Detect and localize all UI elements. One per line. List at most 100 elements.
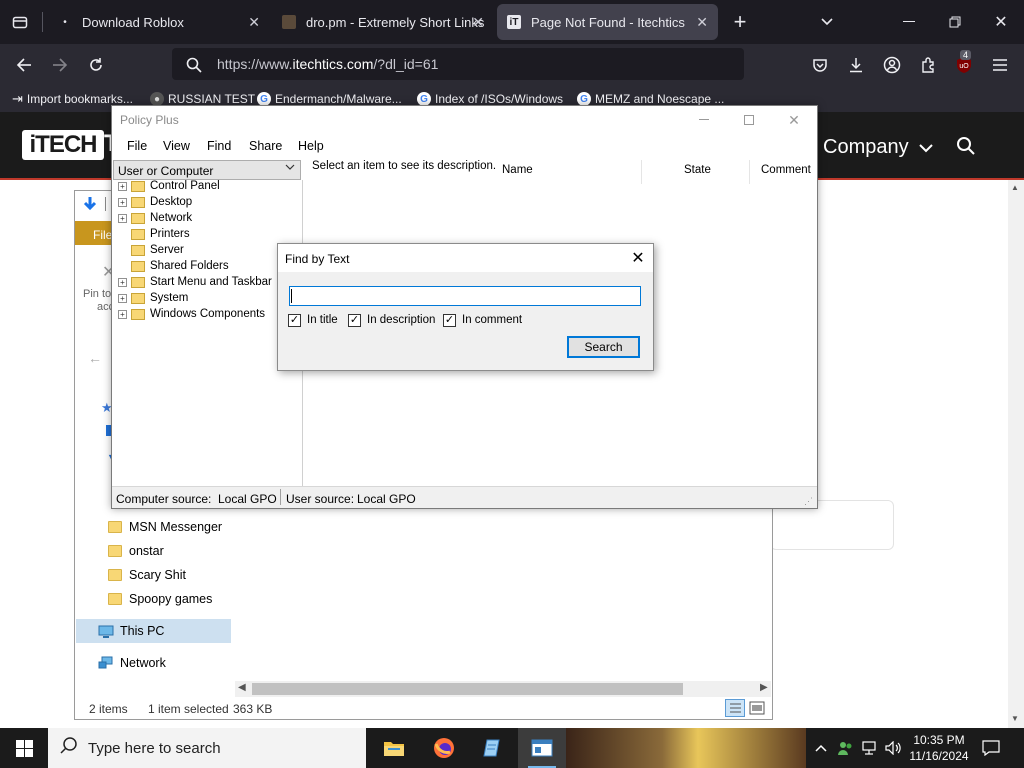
url-text[interactable]: https://www.itechtics.com/?dl_id=61: [217, 56, 438, 72]
tree-node-system[interactable]: + System: [118, 290, 188, 306]
large-icons-view-icon[interactable]: [749, 701, 765, 718]
taskbar-clock[interactable]: 10:35 PM 11/16/2024: [906, 732, 972, 764]
find-close-icon[interactable]: ✕: [626, 247, 650, 269]
scope-dropdown[interactable]: User or Computer: [113, 160, 301, 180]
find-text-input[interactable]: [289, 286, 641, 306]
explorer-back-icon[interactable]: ←: [88, 350, 102, 366]
downloads-icon[interactable]: [838, 44, 874, 86]
computer-source-value[interactable]: Local GPO: [218, 492, 277, 506]
tab-close-icon[interactable]: ✕: [696, 14, 708, 31]
hamburger-menu-icon[interactable]: [982, 44, 1018, 86]
resize-grip-icon[interactable]: ⋰: [804, 496, 813, 507]
folder-label: Scary Shit: [129, 568, 186, 582]
forward-arrow-icon[interactable]: [42, 44, 78, 86]
folder-item[interactable]: Scary Shit: [108, 564, 186, 586]
notepad-taskbar-icon[interactable]: [468, 728, 516, 768]
page-scrollbar[interactable]: [1008, 180, 1024, 728]
expand-plus-icon[interactable]: +: [118, 293, 127, 303]
expand-plus-icon[interactable]: +: [118, 181, 127, 191]
tree-node-windows-components[interactable]: + Windows Components: [118, 306, 265, 322]
search-button[interactable]: Search: [567, 336, 640, 358]
policy-plus-taskbar-icon[interactable]: [518, 728, 566, 768]
close-window-icon[interactable]: ✕: [978, 0, 1024, 44]
in-comment-checkbox[interactable]: ✓ In comment: [443, 313, 522, 327]
scroll-up-icon[interactable]: ▲: [1011, 183, 1019, 192]
expand-plus-icon[interactable]: +: [118, 309, 127, 319]
scroll-down-icon[interactable]: ▼: [1011, 714, 1019, 723]
column-header-state[interactable]: State: [684, 164, 711, 176]
tree-node-shared-folders[interactable]: Shared Folders: [118, 258, 229, 274]
tree-node-start-menu[interactable]: + Start Menu and Taskbar: [118, 274, 272, 290]
column-header-name[interactable]: Name: [502, 164, 533, 176]
details-view-icon[interactable]: [725, 699, 745, 717]
tab-download-roblox[interactable]: • Download Roblox ✕: [48, 4, 270, 40]
menu-view[interactable]: View: [163, 139, 190, 153]
expand-plus-icon[interactable]: +: [118, 213, 127, 223]
pp-close-icon[interactable]: ✕: [771, 106, 817, 134]
tree-node-label: Start Menu and Taskbar: [150, 276, 272, 288]
site-search-icon[interactable]: [956, 136, 976, 159]
folder-item[interactable]: MSN Messenger: [108, 516, 222, 538]
tree-node-label: Windows Components: [150, 308, 266, 320]
folder-item[interactable]: onstar: [108, 540, 164, 562]
network-item[interactable]: Network: [98, 652, 166, 674]
people-icon[interactable]: [837, 728, 855, 768]
new-tab-icon[interactable]: +: [718, 0, 762, 44]
checkbox-checked-icon[interactable]: ✓: [288, 313, 301, 327]
account-icon[interactable]: [874, 44, 910, 86]
folder-label: MSN Messenger: [129, 520, 223, 534]
tray-overflow-icon[interactable]: [814, 728, 828, 768]
checkbox-checked-icon[interactable]: ✓: [443, 313, 456, 327]
notifications-icon[interactable]: [982, 728, 1000, 768]
user-source-value[interactable]: Local GPO: [357, 492, 416, 506]
google-icon: G: [577, 92, 591, 106]
tree-node-desktop[interactable]: + Desktop: [118, 194, 192, 210]
taskbar-search-box[interactable]: Type here to search: [48, 728, 366, 768]
column-header-comment[interactable]: Comment: [761, 164, 811, 176]
menu-find[interactable]: Find: [207, 139, 231, 153]
menu-share[interactable]: Share: [249, 139, 282, 153]
tree-node-network[interactable]: + Network: [118, 210, 192, 226]
explorer-file-tab[interactable]: File: [75, 221, 115, 245]
network-tray-icon[interactable]: [862, 728, 880, 768]
menu-file[interactable]: File: [127, 139, 147, 153]
tree-node-server[interactable]: Server: [118, 242, 184, 258]
back-arrow-icon[interactable]: [6, 44, 42, 86]
scroll-thumb[interactable]: [252, 683, 683, 695]
tab-close-icon[interactable]: ✕: [248, 14, 260, 31]
in-description-checkbox[interactable]: ✓ In description: [348, 313, 435, 327]
tab-itechtics[interactable]: iT Page Not Found - Itechtics ✕: [497, 4, 718, 40]
restore-icon[interactable]: [932, 0, 978, 44]
in-title-checkbox[interactable]: ✓ In title: [288, 313, 338, 327]
list-tabs-chevron-icon[interactable]: [804, 0, 850, 44]
scroll-left-icon[interactable]: ◀: [238, 682, 246, 693]
tab-dro-pm[interactable]: dro.pm - Extremely Short Links ✕: [272, 4, 494, 40]
site-logo[interactable]: iTECH: [22, 130, 104, 160]
pocket-icon[interactable]: [802, 44, 838, 86]
expand-plus-icon[interactable]: +: [118, 277, 127, 287]
file-explorer-taskbar-icon[interactable]: [370, 728, 418, 768]
tab-close-icon[interactable]: ✕: [472, 14, 484, 31]
extensions-icon[interactable]: [910, 44, 946, 86]
column-separator[interactable]: [749, 160, 750, 184]
checkbox-checked-icon[interactable]: ✓: [348, 313, 361, 327]
folder-item[interactable]: Spoopy games: [108, 588, 212, 610]
reload-icon[interactable]: [78, 44, 114, 86]
minimize-icon[interactable]: [886, 0, 932, 44]
search-icon: [60, 737, 78, 760]
windows-start-icon[interactable]: [0, 728, 48, 768]
expand-plus-icon[interactable]: +: [118, 197, 127, 207]
volume-icon[interactable]: [885, 728, 903, 768]
tree-node-control-panel[interactable]: + Control Panel: [118, 178, 220, 194]
tree-node-printers[interactable]: Printers: [118, 226, 190, 242]
folder-icon: [131, 196, 145, 208]
pp-minimize-icon[interactable]: [681, 106, 727, 134]
nav-company-menu[interactable]: Company: [823, 136, 933, 159]
pp-maximize-icon[interactable]: [726, 106, 772, 134]
scroll-right-icon[interactable]: ▶: [760, 682, 768, 693]
this-pc-item[interactable]: This PC: [98, 620, 164, 642]
firefox-taskbar-icon[interactable]: [420, 728, 468, 768]
tab-overview-icon[interactable]: [0, 0, 40, 44]
menu-help[interactable]: Help: [298, 139, 324, 153]
column-separator[interactable]: [641, 160, 642, 184]
